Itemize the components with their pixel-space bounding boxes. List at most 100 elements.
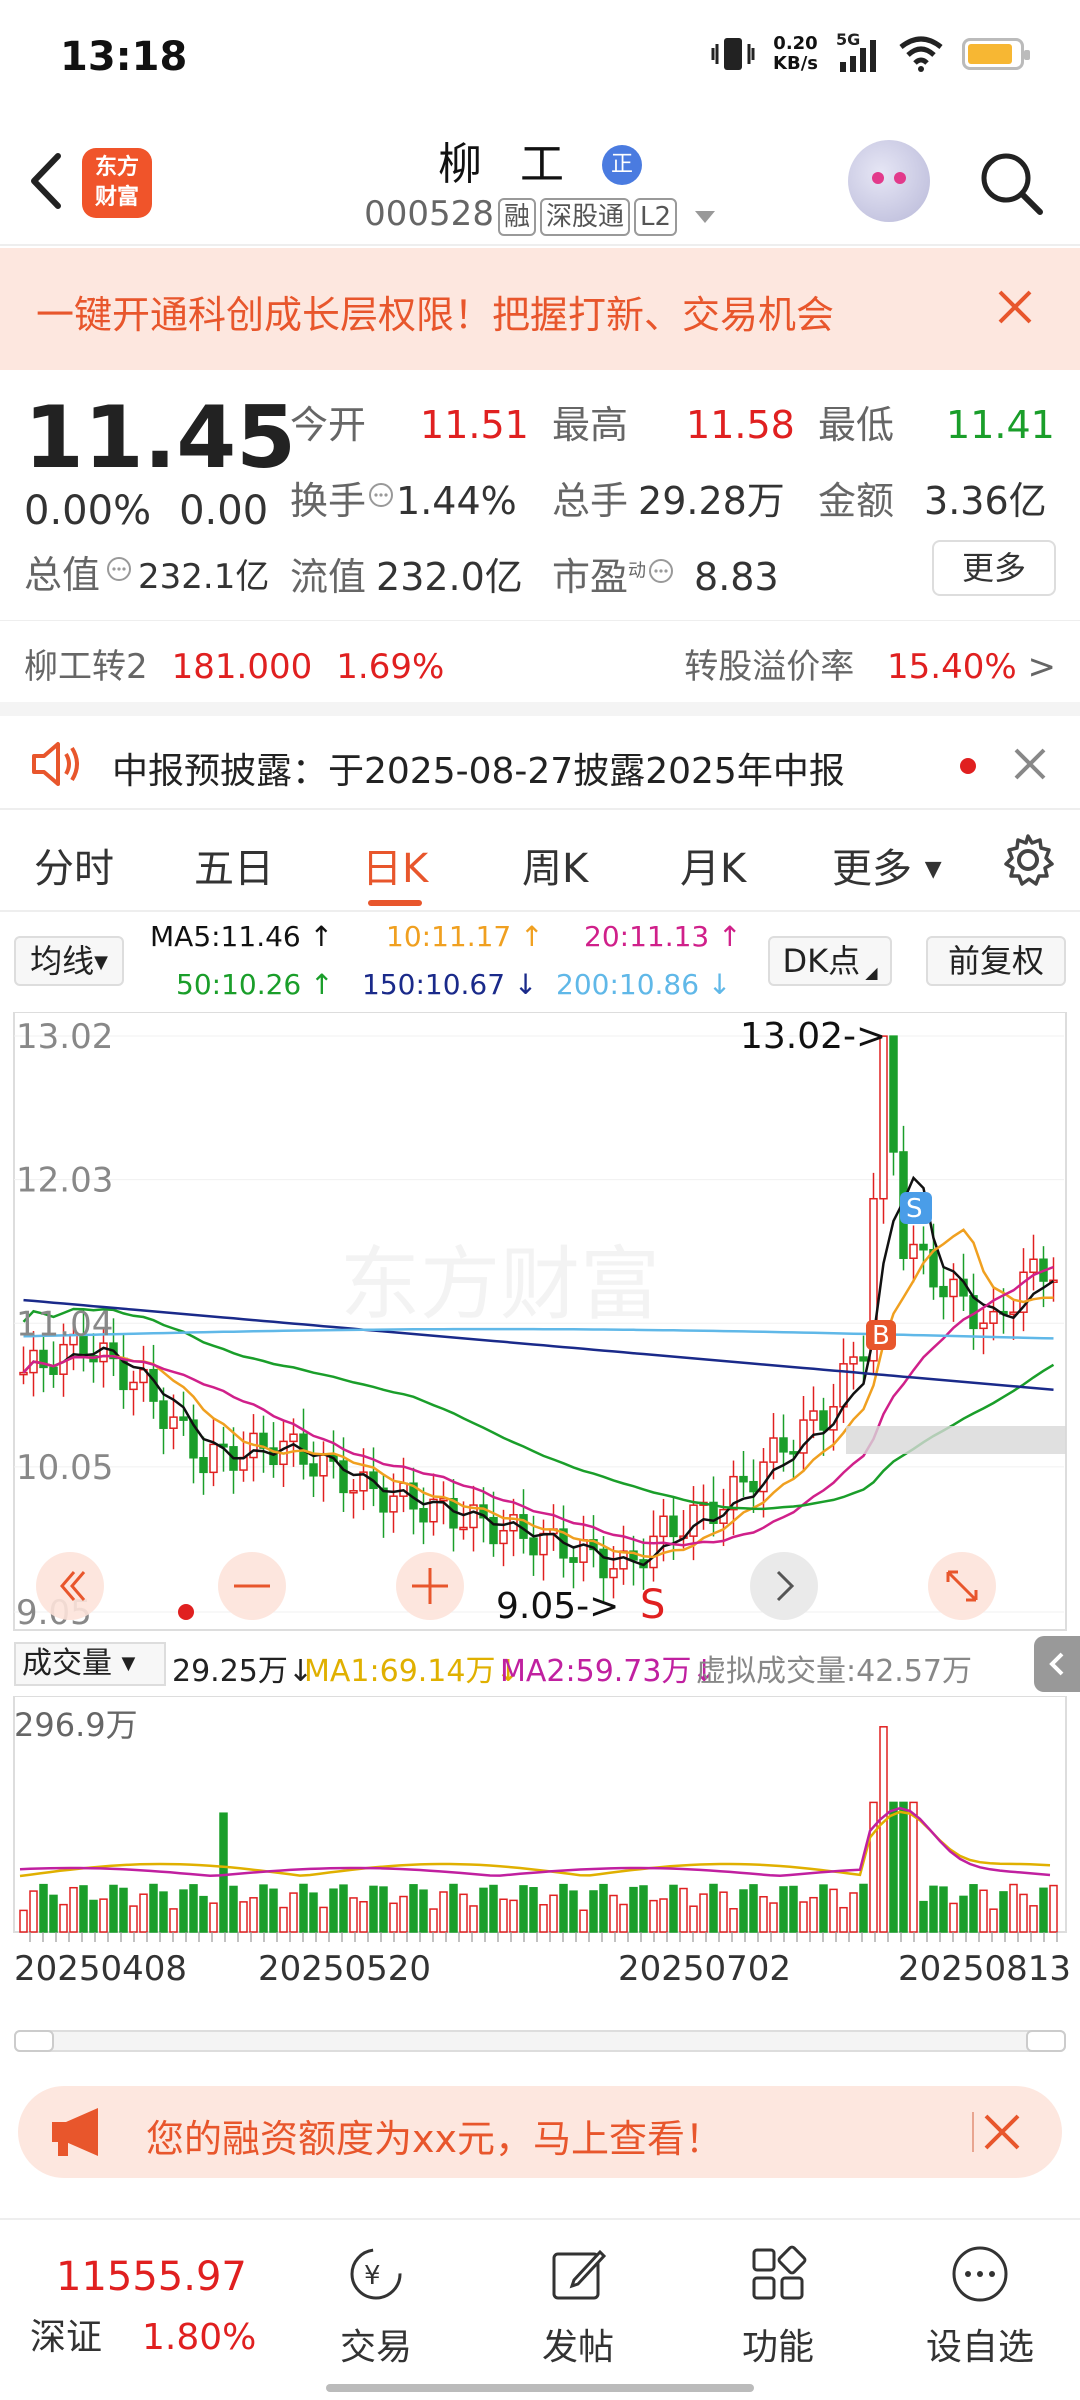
volume-bar — [269, 1888, 278, 1933]
volume-bar — [659, 1898, 668, 1933]
close-icon[interactable] — [990, 282, 1040, 332]
kline-chart[interactable]: 东方财富 13.0212.0311.0410.059.05 13.02-> 9.… — [0, 1011, 1080, 1644]
search-icon[interactable] — [976, 148, 1046, 218]
scroll-handle-left[interactable] — [14, 2030, 54, 2052]
grid-icon — [752, 2245, 807, 2300]
bond-name: 柳工转2 — [24, 647, 148, 687]
volume-bar — [549, 1894, 558, 1933]
promo-text: 您的融资额度为xx元，马上查看！ — [146, 2117, 723, 2161]
date-label-3: 20250702 — [618, 1949, 791, 1989]
nav-functions[interactable]: 功能 — [708, 2242, 848, 2370]
volume-bar — [859, 1883, 868, 1933]
volume-bar — [509, 1899, 518, 1933]
tab-daily-k[interactable]: 日K — [362, 836, 428, 906]
scroll-handle-right[interactable] — [1026, 2030, 1066, 2052]
nav-post[interactable]: 发帖 — [508, 2242, 648, 2370]
volume-bar — [69, 1886, 78, 1933]
forward-adjust-button[interactable]: 前复权 — [926, 936, 1066, 986]
collapse-arrow-icon[interactable] — [1034, 1636, 1080, 1692]
tab-weekly-k[interactable]: 周K — [522, 836, 588, 894]
volume-bar — [869, 1801, 878, 1933]
close-icon[interactable] — [1010, 744, 1050, 784]
report-notice[interactable]: 中报预披露：于2025-08-27披露2025年中报 — [0, 702, 1080, 806]
volume-legend: 成交量 ▼ 29.25万↓ MA1:69.14万↓ MA2:59.73万↓ 虚拟… — [0, 1636, 1080, 1692]
chart-scrollbar[interactable] — [14, 2030, 1066, 2052]
gear-icon[interactable] — [1000, 832, 1056, 888]
volume-bar — [39, 1883, 48, 1933]
next-button[interactable] — [750, 1552, 818, 1620]
volume-bar — [329, 1888, 338, 1933]
index-ticker[interactable]: 11555.97 深证 1.80% — [30, 2254, 256, 2360]
volume-bar — [139, 1893, 148, 1933]
volume-bar — [299, 1883, 308, 1933]
volume-bar — [589, 1890, 598, 1933]
volume-bar — [819, 1884, 828, 1933]
tab-intraday[interactable]: 分时 — [34, 836, 114, 894]
pe-ratio: 市盈动 8.83 — [552, 555, 779, 599]
ma50-value: 50:10.26 ↑ — [176, 968, 334, 1001]
trade-icon: ¥ — [350, 2248, 402, 2300]
volume-bar — [49, 1894, 58, 1933]
volume-bar — [919, 1900, 928, 1933]
close-icon[interactable] — [978, 2108, 1026, 2156]
zoom-in-button[interactable] — [396, 1552, 464, 1620]
ma5-value: MA5:11.46 ↑ — [150, 920, 334, 953]
volume-bar — [469, 1905, 478, 1933]
notice-text: 中报预披露：于2025-08-27披露2025年中报 — [112, 751, 845, 792]
turnover-rate: 换手 1.44% — [290, 479, 517, 523]
volume-bar — [409, 1884, 418, 1933]
more-button[interactable]: 更多 — [932, 540, 1056, 596]
kline-chart-area[interactable]: 东方财富 13.0212.0311.0410.059.05 13.02-> 9.… — [0, 1011, 1080, 1644]
nav-trade[interactable]: ¥ 交易 — [306, 2242, 446, 2370]
volume-bar — [309, 1892, 318, 1933]
tab-monthly-k[interactable]: 月K — [680, 836, 746, 894]
volume-bar — [519, 1885, 528, 1933]
wifi-icon — [899, 36, 943, 72]
tab-five-day[interactable]: 五日 — [194, 836, 274, 894]
volume-bar — [679, 1887, 688, 1933]
volume-bar — [259, 1884, 268, 1933]
volume-bar — [119, 1887, 128, 1933]
volume-bar — [669, 1884, 678, 1933]
volume-bar — [559, 1883, 568, 1933]
pan-left-button[interactable] — [36, 1552, 104, 1620]
volume-indicator-selector[interactable]: 成交量 ▼ — [14, 1642, 166, 1686]
dk-point-button[interactable]: DK点 ◢ — [768, 936, 892, 986]
nav-add-watchlist[interactable]: 设自选 — [910, 2242, 1050, 2370]
volume-bar — [719, 1891, 728, 1933]
volume-bar — [379, 1886, 388, 1933]
volume-bar — [699, 1893, 708, 1933]
margin-promo-banner[interactable]: 您的融资额度为xx元，马上查看！ — [18, 2086, 1062, 2178]
dropdown-icon[interactable] — [694, 209, 716, 225]
promo-banner[interactable]: 一键开通科创成长层权限！把握打新、交易机会 — [0, 248, 1080, 370]
assistant-robot-avatar[interactable] — [848, 140, 930, 222]
volume-value: 29.25万↓ — [172, 1654, 314, 1689]
bond-price: 181.000 — [171, 647, 313, 687]
indicator-selector[interactable]: 均线▼ — [14, 936, 124, 986]
tag-rong: 融 — [497, 198, 536, 236]
volume-bar — [109, 1884, 118, 1933]
volume-chart[interactable]: 296.9万 20250408 20250520 20250702 202508… — [0, 1696, 1080, 2030]
volume-bar — [959, 1895, 968, 1933]
tag-l2: L2 — [633, 198, 678, 236]
volume-bar — [809, 1896, 818, 1933]
zoom-out-button[interactable] — [218, 1552, 286, 1620]
volume-bar — [639, 1885, 648, 1933]
tab-more[interactable]: 更多 ▼ — [832, 836, 942, 894]
volume-bar — [479, 1887, 488, 1933]
price-change: 0.00% 0.00 — [24, 488, 269, 534]
float-value: 流值 232.0亿 — [290, 555, 523, 599]
y-tick-label: 10.05 — [16, 1448, 113, 1488]
volume-bar — [779, 1886, 788, 1933]
chevron-right-icon: > — [1027, 647, 1057, 687]
net-speed: 0.20 KB/s — [773, 33, 818, 74]
index-pct: 1.80% — [142, 2317, 257, 2358]
chart-period-tabs: 分时 五日 日K 周K 月K 更多 ▼ — [0, 808, 1080, 912]
banner-text: 一键开通科创成长层权限！把握打新、交易机会 — [36, 293, 835, 337]
fullscreen-button[interactable] — [928, 1552, 996, 1620]
volume-bar — [739, 1889, 748, 1933]
volume-bar — [709, 1883, 718, 1933]
red-dot-marker — [178, 1604, 194, 1620]
convertible-bond-row[interactable]: 柳工转2 181.000 1.69% 转股溢价率 15.40% > — [0, 620, 1080, 700]
volume-bar — [249, 1897, 258, 1933]
